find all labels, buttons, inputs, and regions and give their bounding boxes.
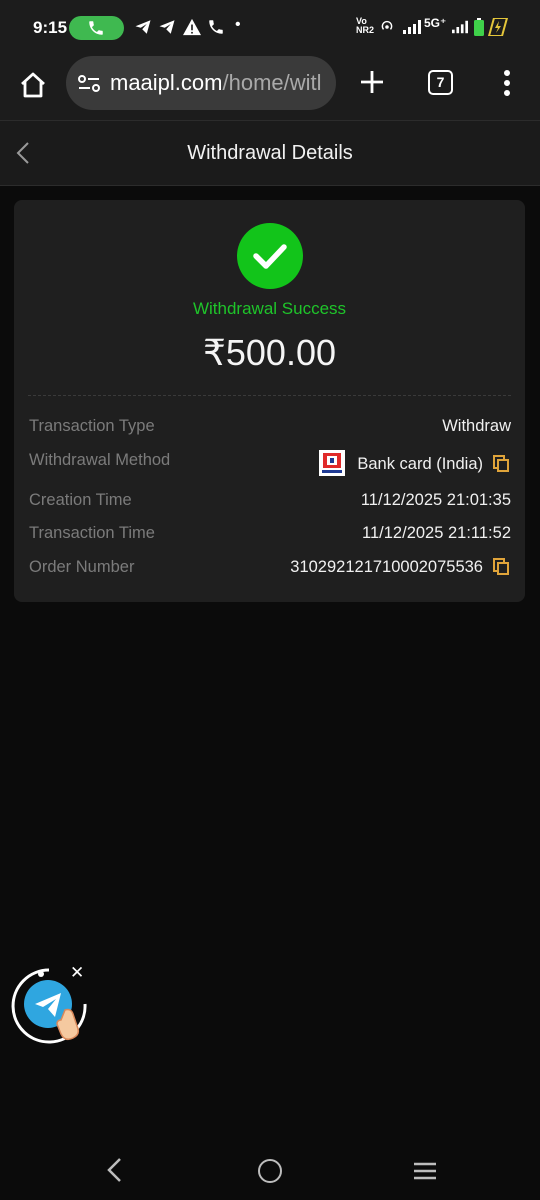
status-time: 9:15 bbox=[33, 18, 68, 37]
home-icon[interactable] bbox=[18, 70, 48, 100]
transaction-type-label: Transaction Type bbox=[29, 417, 155, 435]
signal-icon bbox=[403, 20, 421, 34]
tune-icon[interactable] bbox=[77, 73, 101, 95]
url-text[interactable]: maaipl.com/home/witl bbox=[110, 70, 328, 96]
divider bbox=[28, 395, 511, 396]
more-vert-icon[interactable] bbox=[498, 69, 516, 97]
ongoing-call-pill[interactable] bbox=[69, 16, 124, 40]
address-bar[interactable]: maaipl.com/home/witl bbox=[66, 56, 336, 110]
more-notifications-dot: • bbox=[235, 16, 241, 33]
warning-icon bbox=[183, 18, 201, 36]
close-floating-button[interactable]: ✕ bbox=[70, 963, 84, 983]
amount: ₹500.00 bbox=[202, 332, 336, 373]
nav-home-icon[interactable] bbox=[258, 1159, 282, 1183]
copy-icon[interactable] bbox=[493, 455, 509, 472]
withdrawal-details-card: Withdrawal Success ₹500.00 Transaction T… bbox=[14, 200, 525, 602]
transaction-time-label: Transaction Time bbox=[29, 524, 155, 542]
telegram-notification-icon-2 bbox=[159, 20, 175, 34]
bank-logo-icon bbox=[319, 450, 345, 476]
withdrawal-method-label: Withdrawal Method bbox=[29, 451, 171, 469]
system-nav-bar bbox=[0, 1140, 540, 1200]
withdrawal-method-value: Bank card (India) bbox=[357, 455, 483, 473]
volte-label: Vo NR2 bbox=[356, 16, 375, 35]
creation-time-label: Creation Time bbox=[29, 491, 132, 509]
url-host: maaipl.com bbox=[110, 70, 223, 95]
transaction-time-value: 11/12/2025 21:11:52 bbox=[362, 524, 511, 542]
phone-icon bbox=[89, 21, 103, 35]
status-bar: 9:15 • Vo NR2 5G⁺ bbox=[0, 0, 540, 56]
page: 9:15 • Vo NR2 5G⁺ maaipl.com/home/witl 7… bbox=[0, 0, 540, 1200]
plus-icon[interactable] bbox=[358, 68, 386, 96]
transaction-type-value: Withdraw bbox=[442, 417, 511, 435]
order-number-value: 310292121710002075536 bbox=[290, 558, 483, 576]
copy-icon[interactable] bbox=[493, 558, 509, 575]
telegram-notification-icon bbox=[135, 20, 151, 34]
app-header: Withdrawal Details bbox=[0, 120, 540, 186]
hotspot-icon bbox=[381, 20, 393, 30]
nav-recents-icon[interactable] bbox=[413, 1161, 437, 1181]
status-text: Withdrawal Success bbox=[192, 299, 347, 318]
order-number-label: Order Number bbox=[29, 558, 135, 576]
url-path: /home/witl bbox=[222, 70, 322, 95]
battery-saver-icon bbox=[488, 18, 508, 36]
browser-toolbar: maaipl.com/home/witl 7 bbox=[0, 56, 540, 120]
page-title: Withdrawal Details bbox=[187, 142, 353, 164]
tab-switcher-button[interactable]: 7 bbox=[428, 70, 453, 95]
battery-icon bbox=[474, 18, 484, 36]
creation-time-value: 11/12/2025 21:01:35 bbox=[360, 491, 511, 509]
check-circle-icon bbox=[237, 223, 303, 289]
missed-call-icon bbox=[209, 20, 223, 34]
signal-icon-2 bbox=[452, 20, 468, 34]
network-type: 5G⁺ bbox=[424, 16, 447, 30]
nav-back-icon[interactable] bbox=[104, 1157, 124, 1183]
